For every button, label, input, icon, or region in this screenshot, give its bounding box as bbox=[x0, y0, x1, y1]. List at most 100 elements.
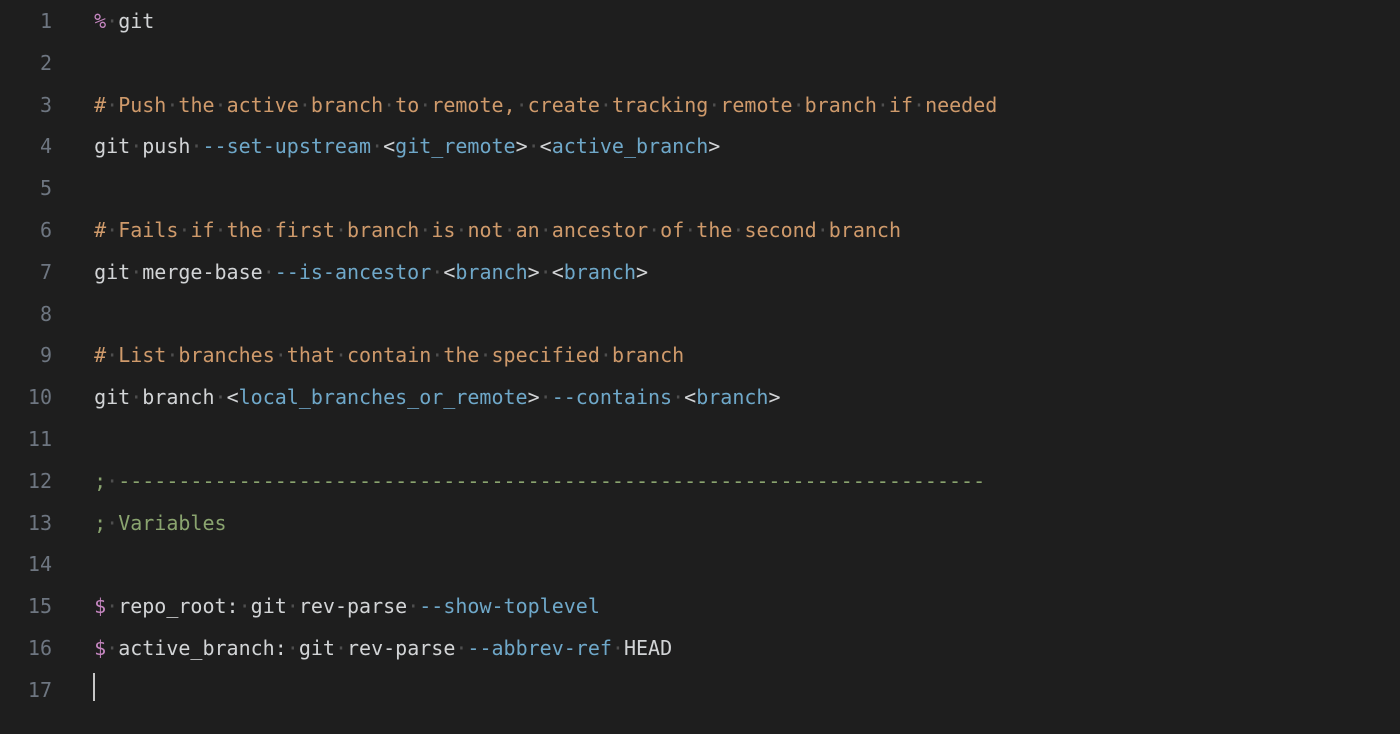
token: > bbox=[528, 260, 540, 284]
code-line[interactable] bbox=[70, 43, 1400, 85]
code-line[interactable] bbox=[70, 294, 1400, 336]
code-line[interactable]: $·repo_root:·git·rev-parse·--show-toplev… bbox=[70, 586, 1400, 628]
indent bbox=[70, 260, 94, 284]
line-number: 8 bbox=[0, 294, 52, 336]
indent bbox=[70, 385, 94, 409]
token: · bbox=[407, 594, 419, 618]
token: Fails bbox=[118, 218, 178, 242]
token: git_remote bbox=[395, 134, 515, 158]
line-number: 10 bbox=[0, 377, 52, 419]
token: · bbox=[877, 93, 889, 117]
indent bbox=[70, 469, 94, 493]
line-number: 2 bbox=[0, 43, 52, 85]
code-line[interactable]: git·push·--set-upstream·<git_remote>·<ac… bbox=[70, 126, 1400, 168]
token: tracking bbox=[612, 93, 708, 117]
token: if bbox=[889, 93, 913, 117]
indent bbox=[70, 552, 94, 576]
token: first bbox=[275, 218, 335, 242]
code-line[interactable] bbox=[70, 670, 1400, 712]
token: branch bbox=[829, 218, 901, 242]
token: · bbox=[215, 218, 227, 242]
token: the bbox=[696, 218, 732, 242]
code-area[interactable]: %·git #·Push·the·active·branch·to·remote… bbox=[70, 0, 1400, 734]
code-line[interactable]: #·List·branches·that·contain·the·specifi… bbox=[70, 335, 1400, 377]
token: · bbox=[817, 218, 829, 242]
token: · bbox=[239, 594, 251, 618]
token: · bbox=[612, 636, 624, 660]
token: · bbox=[648, 218, 660, 242]
token: · bbox=[455, 218, 467, 242]
token: the bbox=[227, 218, 263, 242]
token: contain bbox=[347, 343, 431, 367]
code-line[interactable] bbox=[70, 168, 1400, 210]
code-line[interactable]: git·branch·<local_branches_or_remote>·--… bbox=[70, 377, 1400, 419]
code-line[interactable]: #·Push·the·active·branch·to·remote,·crea… bbox=[70, 85, 1400, 127]
token: --show-toplevel bbox=[419, 594, 600, 618]
token: git bbox=[94, 385, 130, 409]
token: · bbox=[516, 93, 528, 117]
token: · bbox=[672, 385, 684, 409]
line-number: 14 bbox=[0, 544, 52, 586]
code-line[interactable]: $·active_branch:·git·rev-parse·--abbrev-… bbox=[70, 628, 1400, 670]
token: branch bbox=[347, 218, 419, 242]
code-line[interactable] bbox=[70, 419, 1400, 461]
token: · bbox=[600, 93, 612, 117]
token: HEAD bbox=[624, 636, 672, 660]
line-number: 4 bbox=[0, 126, 52, 168]
token: local_branches_or_remote bbox=[239, 385, 528, 409]
token: is bbox=[431, 218, 455, 242]
token: Variables bbox=[118, 511, 226, 535]
line-number: 15 bbox=[0, 586, 52, 628]
line-number: 3 bbox=[0, 85, 52, 127]
indent bbox=[70, 678, 94, 702]
indent bbox=[70, 594, 94, 618]
token: · bbox=[383, 93, 395, 117]
token: · bbox=[455, 636, 467, 660]
token: $ bbox=[94, 636, 106, 660]
line-number: 13 bbox=[0, 503, 52, 545]
code-line[interactable]: ;·Variables bbox=[70, 503, 1400, 545]
code-line[interactable]: git·merge-base·--is-ancestor·<branch>·<b… bbox=[70, 252, 1400, 294]
token: · bbox=[215, 385, 227, 409]
token: · bbox=[263, 218, 275, 242]
token: # bbox=[94, 343, 106, 367]
token: · bbox=[106, 469, 118, 493]
code-editor[interactable]: 1234567891011121314151617 %·git #·Push·t… bbox=[0, 0, 1400, 734]
token: % bbox=[94, 9, 106, 33]
indent bbox=[70, 636, 94, 660]
token: · bbox=[732, 218, 744, 242]
indent bbox=[70, 511, 94, 535]
token: to bbox=[395, 93, 419, 117]
token: # bbox=[94, 218, 106, 242]
token: · bbox=[130, 385, 142, 409]
code-line[interactable]: %·git bbox=[70, 1, 1400, 43]
token: branch bbox=[311, 93, 383, 117]
token: branch bbox=[142, 385, 214, 409]
token: · bbox=[335, 343, 347, 367]
token: · bbox=[106, 636, 118, 660]
token: < bbox=[540, 134, 552, 158]
code-line[interactable]: #·Fails·if·the·first·branch·is·not·an·an… bbox=[70, 210, 1400, 252]
token: --abbrev-ref bbox=[467, 636, 612, 660]
token: of bbox=[660, 218, 684, 242]
code-line[interactable]: ;·--------------------------------------… bbox=[70, 461, 1400, 503]
token: · bbox=[708, 93, 720, 117]
token: · bbox=[166, 343, 178, 367]
token: · bbox=[106, 218, 118, 242]
token: if bbox=[190, 218, 214, 242]
token: · bbox=[275, 343, 287, 367]
line-number: 5 bbox=[0, 168, 52, 210]
token: remote, bbox=[431, 93, 515, 117]
token: < bbox=[227, 385, 239, 409]
token: the bbox=[443, 343, 479, 367]
line-number: 6 bbox=[0, 210, 52, 252]
token: · bbox=[106, 511, 118, 535]
token: · bbox=[479, 343, 491, 367]
token: · bbox=[600, 343, 612, 367]
code-line[interactable] bbox=[70, 544, 1400, 586]
token: · bbox=[215, 93, 227, 117]
token: branch bbox=[612, 343, 684, 367]
token: git bbox=[118, 9, 154, 33]
token: rev-parse bbox=[347, 636, 455, 660]
token: Push bbox=[118, 93, 166, 117]
